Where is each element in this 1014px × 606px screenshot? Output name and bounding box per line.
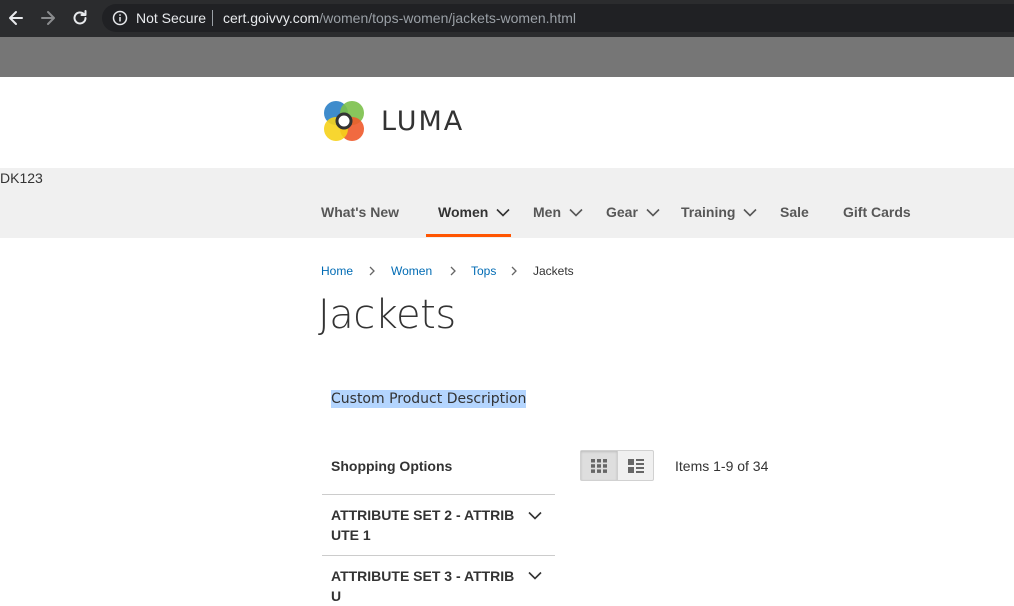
chevron-right-icon xyxy=(450,266,456,276)
filter-group-title[interactable]: ATTRIBUTE SET 3 - ATTRIBU xyxy=(331,566,516,606)
url-path: /women/tops-women/jackets-women.html xyxy=(319,10,576,26)
address-bar[interactable]: Not Secure cert.goivvy.com/women/tops-wo… xyxy=(102,4,1014,32)
security-label: Not Secure xyxy=(136,10,207,26)
chevron-right-icon xyxy=(511,266,517,276)
url-host: cert.goivvy.com xyxy=(223,10,320,26)
chevron-down-icon[interactable] xyxy=(528,511,542,520)
nav-item-gear[interactable]: Gear xyxy=(606,204,660,220)
view-mode-switcher xyxy=(580,450,654,481)
nav-item-women[interactable]: Women xyxy=(438,204,510,220)
nav-item-training[interactable]: Training xyxy=(681,204,758,220)
back-arrow-icon[interactable] xyxy=(6,8,26,28)
items-count: Items 1-9 of 34 xyxy=(675,458,769,474)
breadcrumb-tops[interactable]: Tops xyxy=(471,264,496,278)
omnibox-separator xyxy=(212,10,213,26)
filter-divider xyxy=(322,555,555,556)
logo-text: LUMA xyxy=(381,106,465,137)
nav-item-label: Gear xyxy=(606,204,638,220)
filter-divider xyxy=(322,494,555,495)
admin-notice-band xyxy=(0,37,1014,77)
list-view-button[interactable] xyxy=(618,451,654,480)
chevron-down-icon[interactable] xyxy=(528,571,542,580)
chevron-down-icon xyxy=(743,208,758,217)
category-description: Custom Product Description xyxy=(331,390,527,408)
site-logo[interactable]: LUMA xyxy=(322,99,470,145)
breadcrumb-current: Jackets xyxy=(533,264,574,278)
chevron-down-icon xyxy=(496,208,510,217)
nav-item-whats-new[interactable]: What's New xyxy=(321,204,399,220)
grid-view-icon xyxy=(591,458,607,473)
page-title: Jackets xyxy=(318,292,456,338)
nav-item-label: Gift Cards xyxy=(843,204,911,220)
info-icon[interactable] xyxy=(112,10,128,26)
shopping-options-title: Shopping Options xyxy=(331,458,453,474)
forward-arrow-icon[interactable] xyxy=(38,8,58,28)
nav-item-sale[interactable]: Sale xyxy=(780,204,809,220)
list-view-icon xyxy=(628,458,644,473)
filter-group-title[interactable]: ATTRIBUTE SET 2 - ATTRIBUTE 1 xyxy=(331,505,516,545)
browser-toolbar: Not Secure cert.goivvy.com/women/tops-wo… xyxy=(0,0,1014,37)
nav-item-label: What's New xyxy=(321,204,400,220)
chevron-right-icon xyxy=(369,266,375,276)
nav-item-label: Women xyxy=(438,204,489,220)
reload-icon[interactable] xyxy=(70,8,90,28)
nav-item-label: Sale xyxy=(780,204,809,220)
url-text[interactable]: cert.goivvy.com/women/tops-women/jackets… xyxy=(223,10,576,26)
luma-logo-icon xyxy=(324,101,364,141)
nav-item-label: Men xyxy=(533,204,561,220)
nav-active-indicator xyxy=(426,234,511,237)
nav-item-men[interactable]: Men xyxy=(533,204,583,220)
grid-view-button[interactable] xyxy=(581,451,617,480)
main-navigation xyxy=(0,168,1014,238)
stray-text: DK123 xyxy=(0,170,43,186)
breadcrumb-women[interactable]: Women xyxy=(391,264,432,278)
nav-item-gift-cards[interactable]: Gift Cards xyxy=(843,204,911,220)
chevron-down-icon xyxy=(569,208,583,217)
chevron-down-icon xyxy=(646,208,660,217)
breadcrumb-home[interactable]: Home xyxy=(321,264,353,278)
nav-item-label: Training xyxy=(681,204,736,220)
